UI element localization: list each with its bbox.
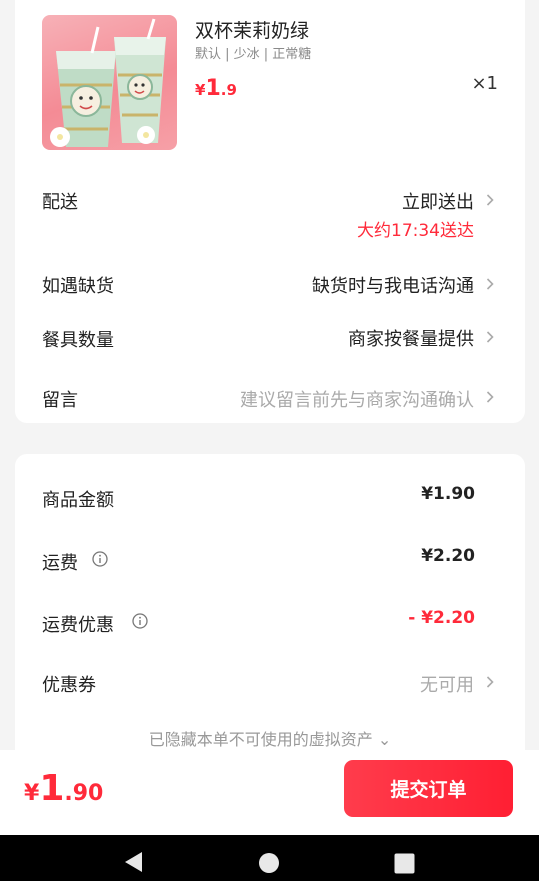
product-spec: 默认 | 少冰 | 正常糖 (195, 47, 312, 62)
coupon-label: 优惠券 (42, 675, 96, 696)
shipping-discount-value: - ¥2.20 (408, 608, 475, 628)
total-currency: ¥ (24, 781, 40, 806)
delivery-chevron-icon[interactable] (486, 194, 494, 206)
utensils-value[interactable]: 商家按餐量提供 (348, 325, 474, 351)
system-navigation-bar (0, 835, 539, 881)
delivery-value[interactable]: 立即送出 (402, 188, 474, 214)
goods-amount-label: 商品金额 (42, 490, 114, 511)
shipping-value: ¥2.20 (421, 546, 475, 566)
home-icon[interactable] (258, 852, 280, 878)
recents-icon[interactable] (394, 853, 415, 878)
shipping-label: 运费 (42, 553, 78, 574)
utensils-chevron-icon[interactable] (486, 331, 494, 343)
note-chevron-icon[interactable] (486, 391, 494, 403)
out-of-stock-value[interactable]: 缺货时与我电话沟通 (312, 272, 474, 298)
submit-order-button[interactable]: 提交订单 (344, 760, 513, 817)
utensils-label: 餐具数量 (42, 330, 114, 351)
total-integer: 1 (39, 768, 65, 809)
coupon-chevron-icon[interactable] (486, 676, 494, 688)
product-image (42, 15, 177, 150)
coupon-value[interactable]: 无可用 (420, 671, 474, 697)
total-decimal: .90 (64, 781, 104, 806)
shipping-discount-info-icon[interactable] (132, 613, 148, 629)
out-of-stock-chevron-icon[interactable] (486, 278, 494, 290)
checkout-bar: ¥1.90 提交订单 (0, 750, 539, 835)
total-price: ¥1.90 (24, 768, 103, 809)
price-decimal: .9 (220, 81, 237, 99)
price-integer: 1 (205, 76, 221, 101)
hidden-assets-toggle[interactable]: 已隐藏本单不可使用的虚拟资产 ⌄ (15, 726, 525, 750)
delivery-eta: 大约17:34送达 (357, 221, 474, 241)
shipping-discount-label: 运费优惠 (42, 615, 114, 636)
goods-amount-value: ¥1.90 (421, 484, 475, 504)
product-name: 双杯茉莉奶绿 (195, 20, 310, 42)
order-items-card: 双杯茉莉奶绿 默认 | 少冰 | 正常糖 ¥1.9 ×1 配送 立即送出 大约1… (15, 0, 525, 423)
price-summary-card: 商品金额 ¥1.90 运费 ¥2.20 运费优惠 - ¥2.20 优惠券 无可用… (15, 454, 525, 754)
price-currency: ¥ (195, 81, 206, 99)
out-of-stock-label: 如遇缺货 (42, 276, 114, 297)
note-label: 留言 (42, 390, 78, 411)
shipping-info-icon[interactable] (92, 551, 108, 567)
product-price: ¥1.9 (195, 76, 237, 101)
note-input[interactable]: 建议留言前先与商家沟通确认 (240, 386, 474, 412)
back-icon[interactable] (123, 851, 143, 877)
product-quantity: ×1 (471, 73, 498, 94)
delivery-label: 配送 (42, 192, 78, 213)
